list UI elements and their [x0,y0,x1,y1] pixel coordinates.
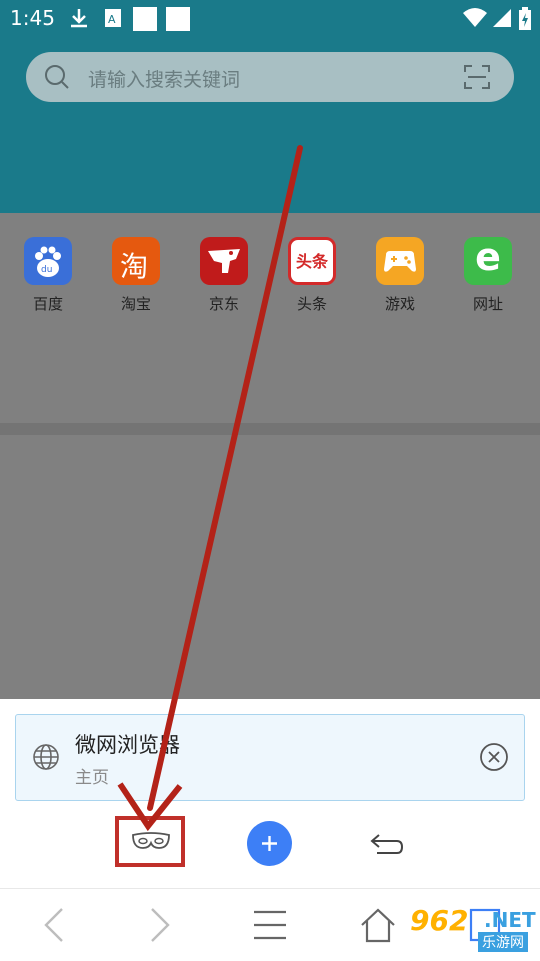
quick-link-games[interactable]: 游戏 [365,237,435,314]
notification-square-icon [166,7,190,31]
add-tab-button[interactable] [247,821,292,866]
tab-manager-sheet: 微网浏览器 主页 [0,699,540,888]
quick-link-label: 淘宝 [120,295,151,313]
tab-title: 微网浏览器 [75,733,180,757]
menu-icon[interactable] [253,907,287,943]
quick-links: du 百度 淘 淘宝 京东 头条 头条 游戏 e 网址 [0,237,540,357]
plus-icon [262,836,277,851]
incognito-mask-icon [132,832,170,849]
search-bar[interactable]: 请输入搜索关键词 [26,52,514,102]
baidu-icon: du [24,237,72,285]
gamepad-icon [376,237,424,285]
quick-link-label: 头条 [296,295,327,313]
tab-card[interactable]: 微网浏览器 主页 [15,714,525,801]
jd-icon [200,237,248,285]
wifi-icon [463,8,487,27]
app-notification-icon: A [105,9,121,27]
signal-icon [493,9,511,27]
section-divider [0,423,540,435]
web-e-icon: e [464,237,512,285]
home-header: 请输入搜索关键词 [0,36,540,213]
status-bar: 1:45 A [0,0,540,36]
status-time: 1:45 [10,6,55,30]
quick-link-label: 京东 [208,295,239,313]
forward-icon[interactable] [148,907,172,943]
quick-link-toutiao[interactable]: 头条 头条 [277,237,347,314]
watermark-suffix: .NET [484,908,536,932]
quick-link-jd[interactable]: 京东 [189,237,259,314]
svg-text:du: du [41,265,52,275]
quick-link-label: 网址 [472,295,503,313]
download-icon [71,9,87,28]
quick-link-taobao[interactable]: 淘 淘宝 [101,237,171,314]
quick-link-label: 百度 [32,295,63,313]
tab-subtitle: 主页 [75,768,109,788]
home-content: du 百度 淘 淘宝 京东 头条 头条 游戏 e 网址 [0,213,540,699]
quick-link-baidu[interactable]: du 百度 [13,237,83,314]
home-icon[interactable] [360,907,396,943]
battery-icon [519,7,531,30]
search-icon[interactable] [44,64,70,90]
watermark-brand: 962 [410,904,469,937]
incognito-button[interactable] [115,816,185,867]
toutiao-icon: 头条 [288,237,336,285]
scan-icon[interactable] [464,65,490,89]
globe-icon [33,744,59,770]
quick-link-label: 游戏 [384,295,415,313]
close-tab-icon[interactable] [479,742,509,772]
taobao-icon: 淘 [112,237,160,285]
notification-square-icon [133,7,157,31]
svg-text:A: A [108,13,116,26]
back-icon[interactable] [42,907,66,943]
watermark-logo: 962 .NET 乐游网 [402,904,536,958]
watermark-site: 乐游网 [478,932,528,952]
return-icon[interactable] [369,832,405,856]
quick-link-web[interactable]: e 网址 [453,237,523,314]
search-placeholder[interactable]: 请输入搜索关键词 [88,65,240,92]
